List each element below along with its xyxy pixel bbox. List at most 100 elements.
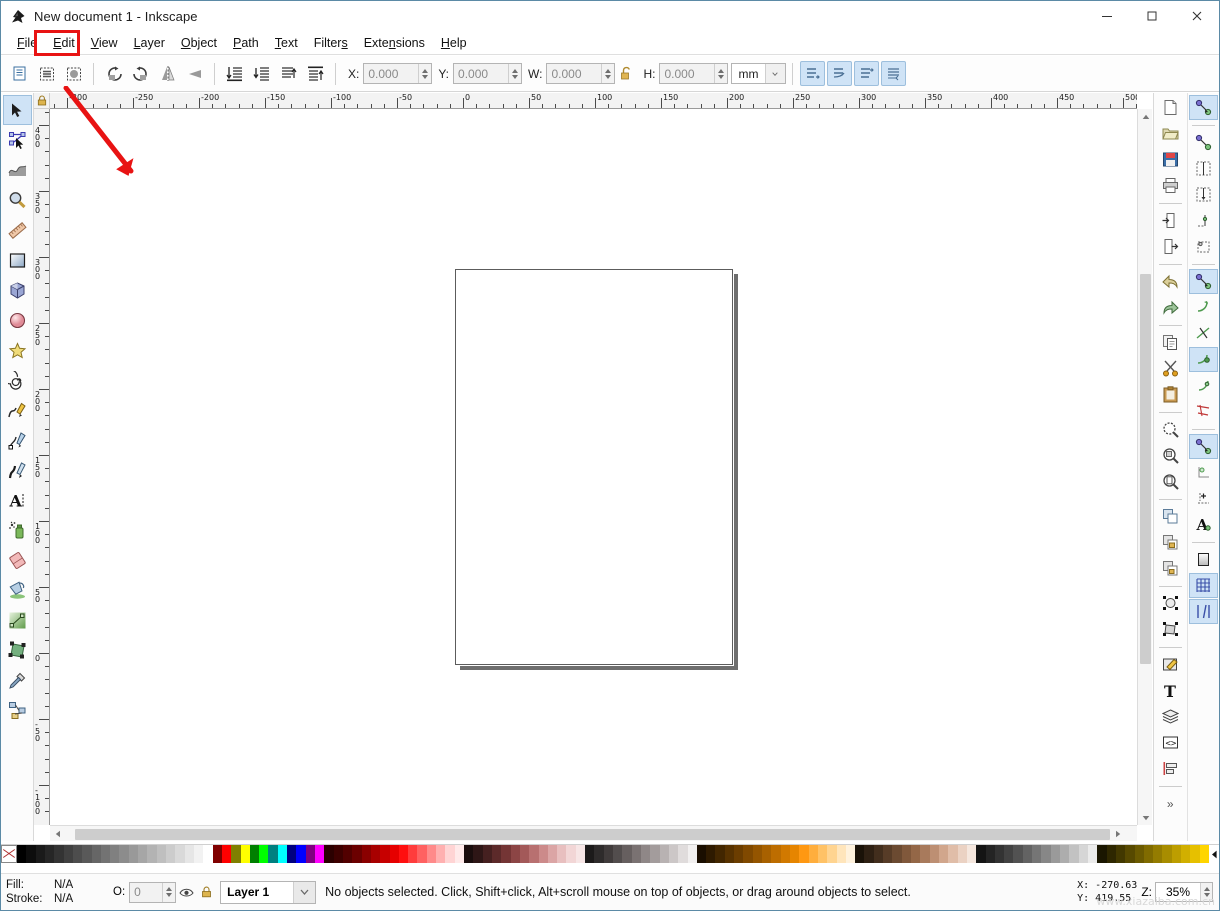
layer-selector[interactable]: Layer 1: [220, 881, 316, 904]
raise-to-top-button[interactable]: [303, 61, 328, 86]
snap-page-border-toggle[interactable]: [1189, 547, 1218, 572]
palette-swatch[interactable]: [129, 845, 138, 863]
mesh-gradient-tool[interactable]: [3, 635, 32, 665]
palette-swatch[interactable]: [1060, 845, 1069, 863]
palette-swatch[interactable]: [948, 845, 957, 863]
palette-swatch[interactable]: [1190, 845, 1199, 863]
palette-swatch[interactable]: [17, 845, 26, 863]
selector-tool[interactable]: [3, 95, 32, 125]
flip-vertical-button[interactable]: [182, 61, 207, 86]
y-field[interactable]: [453, 63, 522, 84]
palette-swatch[interactable]: [166, 845, 175, 863]
zoom-field[interactable]: 35%: [1155, 882, 1213, 902]
x-field[interactable]: [363, 63, 432, 84]
affect-gradients-toggle[interactable]: [854, 61, 879, 86]
save-document-button[interactable]: [1156, 147, 1185, 172]
snap-bbox-centers-toggle[interactable]: [1189, 234, 1218, 259]
node-editor-tool[interactable]: [3, 125, 32, 155]
palette-swatch[interactable]: [483, 845, 492, 863]
snap-others-toggle[interactable]: [1189, 434, 1218, 459]
connector-tool[interactable]: [3, 695, 32, 725]
palette-swatch[interactable]: [930, 845, 939, 863]
palette-swatch[interactable]: [343, 845, 352, 863]
palette-swatch[interactable]: [231, 845, 240, 863]
palette-swatch[interactable]: [939, 845, 948, 863]
snap-object-centers-toggle[interactable]: [1189, 460, 1218, 485]
palette-swatch[interactable]: [1135, 845, 1144, 863]
palette-swatch[interactable]: [278, 845, 287, 863]
vertical-ruler[interactable]: 400350300250200150100500-50-100: [34, 109, 50, 825]
snap-path-intersections-toggle[interactable]: [1189, 321, 1218, 346]
xml-editor-button[interactable]: <>: [1156, 730, 1185, 755]
height-input[interactable]: [660, 64, 714, 83]
flip-horizontal-button[interactable]: [155, 61, 180, 86]
palette-swatch[interactable]: [222, 845, 231, 863]
close-button[interactable]: [1174, 1, 1219, 31]
palette-swatch[interactable]: [688, 845, 697, 863]
palette-swatch[interactable]: [883, 845, 892, 863]
open-folder-button[interactable]: [1156, 121, 1185, 146]
zoom-stepper[interactable]: [1200, 883, 1212, 901]
transform-dialog-button[interactable]: [1156, 617, 1185, 642]
palette-swatch[interactable]: [920, 845, 929, 863]
palette-swatch[interactable]: [864, 845, 873, 863]
palette-swatch[interactable]: [669, 845, 678, 863]
object-properties-button[interactable]: [1156, 652, 1185, 677]
snap-to-cusp-nodes-toggle[interactable]: [1189, 347, 1218, 372]
dropper-tool[interactable]: [3, 665, 32, 695]
palette-swatch[interactable]: [296, 845, 305, 863]
palette-swatch[interactable]: [576, 845, 585, 863]
palette-swatch[interactable]: [1051, 845, 1060, 863]
palette-swatch[interactable]: [892, 845, 901, 863]
clipboard-paste-button[interactable]: [1156, 382, 1185, 407]
layers-dialog-button[interactable]: [1156, 704, 1185, 729]
palette-swatch[interactable]: [82, 845, 91, 863]
palette-swatch[interactable]: [352, 845, 361, 863]
palette-swatch[interactable]: [157, 845, 166, 863]
scroll-left-arrow[interactable]: [50, 826, 65, 841]
palette-swatch[interactable]: [594, 845, 603, 863]
palette-swatch[interactable]: [1032, 845, 1041, 863]
palette-swatch[interactable]: [995, 845, 1004, 863]
palette-swatch[interactable]: [781, 845, 790, 863]
horizontal-scroll-thumb[interactable]: [75, 829, 1110, 840]
drawing-canvas[interactable]: [50, 109, 1137, 825]
palette-swatch[interactable]: [501, 845, 510, 863]
scroll-right-arrow[interactable]: [1110, 826, 1125, 841]
palette-swatch[interactable]: [632, 845, 641, 863]
color-palette[interactable]: [1, 844, 1219, 862]
palette-swatch[interactable]: [1153, 845, 1162, 863]
palette-swatch[interactable]: [138, 845, 147, 863]
layer-visibility-toggle[interactable]: [176, 882, 196, 902]
zoom-selection-button[interactable]: [1156, 417, 1185, 442]
snap-bbox-edge-midpoints-toggle[interactable]: [1189, 208, 1218, 233]
snap-bbox-corners-toggle[interactable]: [1189, 182, 1218, 207]
minimize-button[interactable]: [1084, 1, 1129, 31]
vertical-scroll-thumb[interactable]: [1140, 274, 1151, 664]
palette-swatch[interactable]: [762, 845, 771, 863]
print-document-button[interactable]: [1156, 173, 1185, 198]
menu-filters[interactable]: Filters: [307, 34, 355, 52]
palette-swatch[interactable]: [259, 845, 268, 863]
palette-swatch[interactable]: [809, 845, 818, 863]
snap-bounding-box-toggle[interactable]: [1189, 130, 1218, 155]
vertical-scrollbar[interactable]: [1137, 109, 1152, 825]
spray-tool[interactable]: [3, 515, 32, 545]
rectangle-tool[interactable]: [3, 245, 32, 275]
menu-extensions[interactable]: Extensions: [357, 34, 432, 52]
palette-swatch[interactable]: [64, 845, 73, 863]
rotate-90-ccw-button[interactable]: [101, 61, 126, 86]
palette-swatch[interactable]: [362, 845, 371, 863]
lock-wh-ratio-toggle[interactable]: [616, 61, 636, 86]
palette-swatch[interactable]: [1097, 845, 1106, 863]
palette-swatch[interactable]: [976, 845, 985, 863]
palette-swatch[interactable]: [324, 845, 333, 863]
palette-swatch[interactable]: [660, 845, 669, 863]
palette-swatch[interactable]: [380, 845, 389, 863]
tweak-tool[interactable]: [3, 155, 32, 185]
snap-nodes-paths-toggle[interactable]: [1189, 269, 1218, 294]
guide-lock-toggle[interactable]: [34, 93, 50, 109]
palette-swatch[interactable]: [529, 845, 538, 863]
ellipse-tool[interactable]: [3, 305, 32, 335]
calligraphy-tool[interactable]: [3, 455, 32, 485]
